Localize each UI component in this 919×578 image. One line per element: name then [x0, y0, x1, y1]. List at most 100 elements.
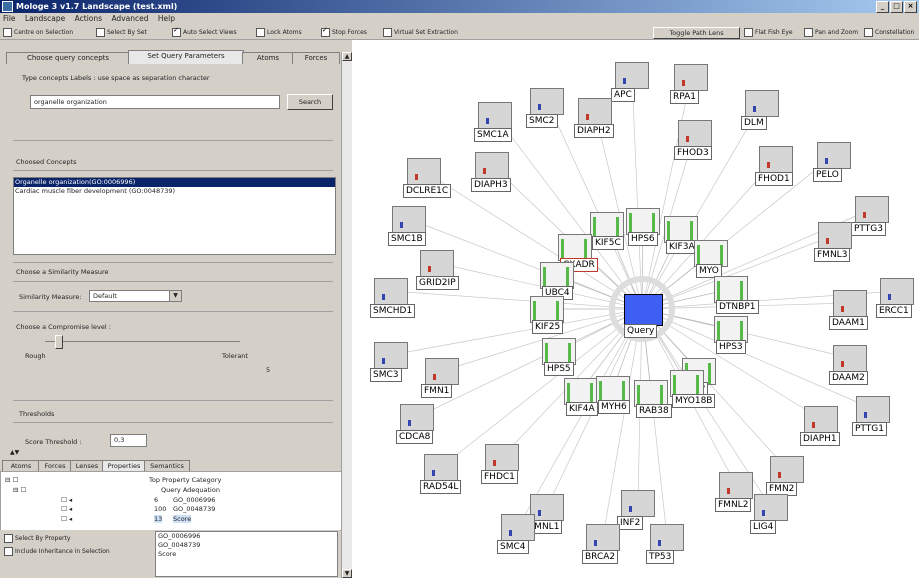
- tree-row-name[interactable]: GO_0048739: [173, 505, 215, 513]
- gene-node[interactable]: [754, 494, 788, 521]
- gene-node[interactable]: [759, 146, 793, 173]
- inner-gene-node[interactable]: [558, 234, 592, 261]
- tree-checkbox[interactable]: ☐ ◂: [61, 496, 72, 504]
- menu-file[interactable]: File: [3, 14, 16, 23]
- gene-node[interactable]: [374, 342, 408, 369]
- inner-gene-node[interactable]: [590, 212, 624, 239]
- gene-node[interactable]: [425, 358, 459, 385]
- gene-node[interactable]: [485, 444, 519, 471]
- menu-actions[interactable]: Actions: [75, 14, 102, 23]
- property-tree[interactable]: ⊟ ☐ Top Property Category ⊟ ☐ Query Adeq…: [0, 471, 342, 531]
- gene-node[interactable]: [674, 64, 708, 91]
- gene-node[interactable]: [621, 490, 655, 517]
- gene-node[interactable]: [374, 278, 408, 305]
- compromise-slider-thumb[interactable]: [54, 335, 63, 349]
- gene-node[interactable]: [855, 196, 889, 223]
- inner-gene-node[interactable]: [714, 316, 748, 343]
- query-node[interactable]: [624, 294, 663, 326]
- auto-select-views-checkbox[interactable]: Auto Select Views: [172, 26, 237, 37]
- gene-node[interactable]: [856, 396, 890, 423]
- collapse-arrows-icon[interactable]: ▲▼: [10, 449, 19, 456]
- scroll-down-icon[interactable]: ▼: [342, 569, 352, 578]
- flat-fish-eye-checkbox[interactable]: Flat Fish Eye: [744, 28, 793, 37]
- inner-gene-node[interactable]: [540, 262, 574, 289]
- stop-forces-checkbox[interactable]: Stop Forces: [321, 26, 367, 37]
- gene-node[interactable]: [530, 88, 564, 115]
- tree-row-name[interactable]: GO_0006996: [173, 496, 215, 504]
- tab-lenses[interactable]: Lenses: [70, 460, 104, 471]
- gene-node[interactable]: [400, 404, 434, 431]
- panel-scrollbar[interactable]: ▲ ▼: [341, 52, 352, 578]
- gene-node[interactable]: [833, 345, 867, 372]
- landscape-graph[interactable]: APC RPA1 DLM SMC2 DIAPH2 FHOD3 SMC1A FHOD1 PELO D…: [352, 40, 919, 578]
- similarity-measure-select[interactable]: Default ▼: [89, 290, 182, 302]
- inner-gene-node[interactable]: [714, 276, 748, 303]
- include-inheritance-checkbox[interactable]: Include Inheritance in Selection: [4, 547, 110, 556]
- toggle-path-lens-button[interactable]: Toggle Path Lens: [653, 27, 740, 39]
- maximize-button[interactable]: □: [890, 1, 903, 13]
- gene-node[interactable]: [880, 278, 914, 305]
- list-item[interactable]: Organelle organization(GO:0006996): [14, 178, 335, 187]
- gene-node[interactable]: [530, 494, 564, 521]
- menu-advanced[interactable]: Advanced: [111, 14, 148, 23]
- menu-landscape[interactable]: Landscape: [25, 14, 65, 23]
- gene-node[interactable]: [745, 90, 779, 117]
- gene-node[interactable]: [392, 206, 426, 233]
- gene-node[interactable]: [420, 250, 454, 277]
- scroll-up-icon[interactable]: ▲: [342, 52, 352, 61]
- tab-semantics[interactable]: Semantics: [144, 460, 190, 471]
- inner-gene-node[interactable]: [670, 370, 704, 397]
- tree-checkbox[interactable]: ☐ ◂: [61, 515, 72, 523]
- tab-forces[interactable]: Forces: [292, 52, 340, 64]
- gene-node[interactable]: [770, 456, 804, 483]
- menu-help[interactable]: Help: [158, 14, 175, 23]
- compromise-slider-track[interactable]: [45, 341, 240, 342]
- tab-set-query-parameters[interactable]: Set Query Parameters: [128, 50, 244, 64]
- tree-checkbox[interactable]: ☐ ◂: [61, 505, 72, 513]
- tab-properties[interactable]: Properties: [102, 460, 146, 471]
- inner-gene-node[interactable]: [564, 378, 598, 405]
- gene-node[interactable]: [817, 142, 851, 169]
- inner-gene-node[interactable]: [542, 338, 576, 365]
- minimize-button[interactable]: _: [876, 1, 889, 13]
- gene-node[interactable]: [650, 524, 684, 551]
- gene-node[interactable]: [719, 472, 753, 499]
- tree-expander-icon[interactable]: ⊟ ☐: [13, 486, 26, 494]
- concept-search-input[interactable]: organelle organization: [30, 95, 280, 109]
- inner-gene-node[interactable]: [530, 296, 564, 323]
- tree-row-name[interactable]: Score: [173, 515, 192, 523]
- gene-node[interactable]: [586, 524, 620, 551]
- lock-atoms-checkbox[interactable]: Lock Atoms: [256, 28, 302, 37]
- gene-node[interactable]: [424, 454, 458, 481]
- tab-forces-bottom[interactable]: Forces: [38, 460, 72, 471]
- gene-node[interactable]: [804, 406, 838, 433]
- close-button[interactable]: ×: [904, 1, 917, 13]
- gene-node[interactable]: [818, 222, 852, 249]
- gene-node[interactable]: [678, 120, 712, 147]
- gene-node[interactable]: [475, 152, 509, 179]
- inner-gene-node[interactable]: [596, 376, 630, 403]
- virtual-set-extraction-checkbox[interactable]: Virtual Set Extraction: [383, 28, 458, 37]
- inner-gene-node[interactable]: [634, 380, 668, 407]
- constellation-checkbox[interactable]: Constellation: [864, 28, 914, 37]
- select-by-property-checkbox[interactable]: Select By Property: [4, 534, 70, 543]
- inner-gene-node[interactable]: [664, 216, 698, 243]
- pan-and-zoom-checkbox[interactable]: Pan and Zoom: [804, 28, 858, 37]
- tab-atoms-bottom[interactable]: Atoms: [2, 460, 40, 471]
- tree-expander-icon[interactable]: ⊟ ☐: [5, 476, 18, 484]
- tab-atoms[interactable]: Atoms: [242, 52, 294, 64]
- search-button[interactable]: Search: [287, 94, 333, 110]
- gene-node[interactable]: [478, 102, 512, 129]
- gene-node[interactable]: [578, 98, 612, 125]
- inner-gene-node[interactable]: [694, 240, 728, 267]
- tab-choose-query-concepts[interactable]: Choose query concepts: [6, 52, 130, 64]
- select-by-set-checkbox[interactable]: Select By Set: [96, 28, 147, 37]
- property-text-area[interactable]: GO_0006996 GO_0048739 Score: [155, 531, 338, 577]
- gene-node[interactable]: [501, 514, 535, 541]
- score-threshold-stepper[interactable]: 0,3: [110, 434, 147, 447]
- list-item[interactable]: Cardiac muscle fiber development (GO:004…: [14, 187, 335, 196]
- centre-on-selection-checkbox[interactable]: Centre on Selection: [3, 28, 73, 37]
- gene-node[interactable]: [833, 290, 867, 317]
- gene-node[interactable]: [407, 158, 441, 185]
- inner-gene-node[interactable]: [626, 208, 660, 235]
